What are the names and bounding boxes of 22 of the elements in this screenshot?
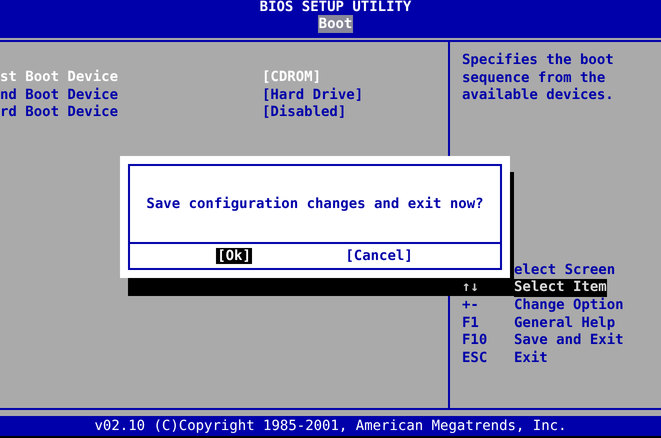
legend-action: Select Item bbox=[514, 279, 607, 297]
help-text: Specifies the boot sequence from the available devices. bbox=[462, 52, 615, 105]
legend-key: ESC bbox=[462, 350, 514, 368]
legend-key: +- bbox=[462, 296, 514, 315]
legend-action: Change Option bbox=[514, 296, 624, 315]
boot-device-value[interactable]: [Disabled] bbox=[262, 104, 346, 122]
menu-tab[interactable]: Boot bbox=[318, 15, 354, 33]
boot-device-value[interactable]: [Hard Drive] bbox=[262, 86, 364, 104]
dialog-button[interactable]: [Ok] bbox=[216, 248, 252, 264]
boot-device-label[interactable]: rd Boot Device bbox=[0, 104, 262, 122]
legend-action: Save and Exit bbox=[514, 332, 624, 350]
dialog-message: Save configuration changes and exit now? bbox=[146, 196, 484, 212]
bios-title: BIOS SETUP UTILITY bbox=[260, 0, 412, 15]
legend-key: F10 bbox=[462, 332, 514, 350]
legend-key: F1 bbox=[462, 314, 514, 332]
status-bar: v02.10 (C)Copyright 1985-2001, American Megatrends, Inc. bbox=[0, 416, 661, 438]
dialog-button[interactable]: [Cancel] bbox=[344, 248, 414, 264]
legend-action: Exit bbox=[514, 350, 548, 368]
legend-action: General Help bbox=[514, 314, 616, 332]
boot-device-label[interactable]: nd Boot Device bbox=[0, 86, 262, 104]
legend-action: elect Screen bbox=[514, 262, 616, 280]
legend-key: ↑↓ bbox=[462, 279, 514, 297]
